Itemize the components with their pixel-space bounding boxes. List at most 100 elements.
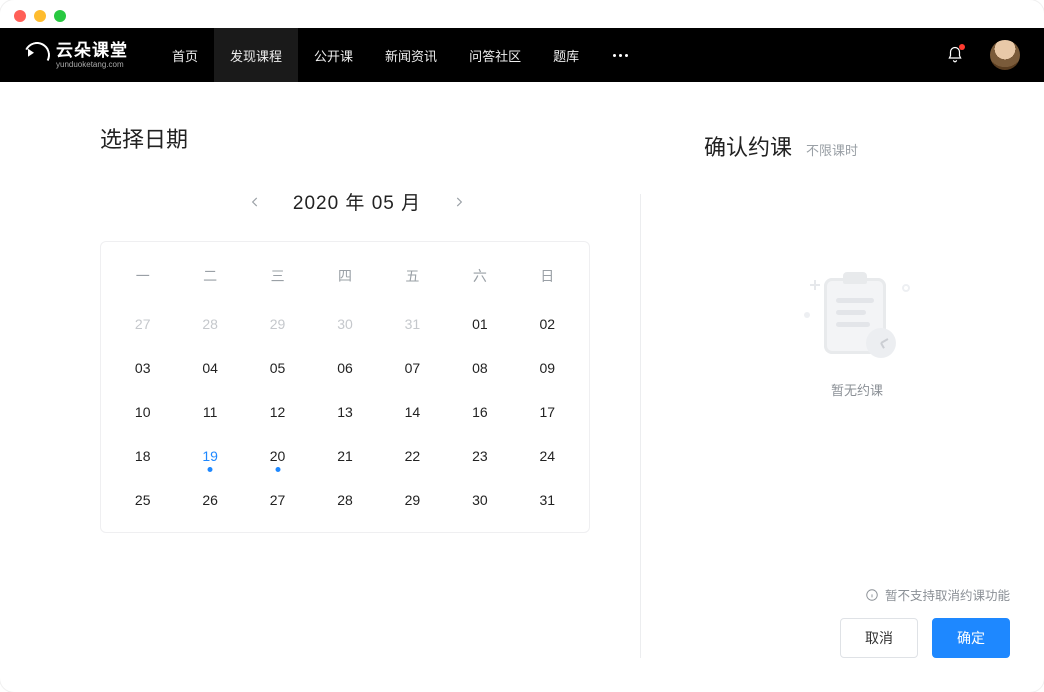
calendar-day[interactable]: 02: [514, 302, 581, 346]
nav-item-4[interactable]: 问答社区: [453, 28, 537, 82]
calendar-day[interactable]: 12: [244, 390, 311, 434]
confirm-button[interactable]: 确定: [932, 618, 1010, 658]
calendar-day[interactable]: 08: [446, 346, 513, 390]
confirm-panel: 确认约课 不限课时 暂无约课: [684, 82, 1044, 692]
calendar-weekday-row: 一二三四五六日: [109, 256, 581, 302]
event-dot-icon: [275, 467, 280, 472]
empty-state-text: 暂无约课: [831, 380, 883, 399]
calendar-day[interactable]: 14: [379, 390, 446, 434]
chevron-left-icon: [248, 195, 262, 209]
calendar-day[interactable]: 03: [109, 346, 176, 390]
weekday-label: 四: [311, 256, 378, 302]
calendar-week-row: 18192021222324: [109, 434, 581, 478]
calendar-day[interactable]: 21: [311, 434, 378, 478]
cancel-unsupported-hint: 暂不支持取消约课功能: [865, 585, 1010, 604]
calendar-day[interactable]: 11: [176, 390, 243, 434]
calendar-day[interactable]: 10: [109, 390, 176, 434]
info-icon: [865, 588, 879, 602]
calendar-day[interactable]: 16: [446, 390, 513, 434]
calendar-day[interactable]: 30: [311, 302, 378, 346]
brand-cloud-icon: [21, 39, 54, 72]
calendar-day[interactable]: 24: [514, 434, 581, 478]
brand-name-en: yunduoketang.com: [56, 61, 128, 69]
calendar-week-row: 10111213141617: [109, 390, 581, 434]
calendar-day[interactable]: 20: [244, 434, 311, 478]
nav-item-1[interactable]: 发现课程: [214, 28, 298, 82]
calendar-day[interactable]: 06: [311, 346, 378, 390]
calendar-day[interactable]: 31: [514, 478, 581, 522]
top-nav: 云朵课堂 yunduoketang.com 首页发现课程公开课新闻资讯问答社区题…: [0, 28, 1044, 82]
calendar-day[interactable]: 13: [311, 390, 378, 434]
calendar-day[interactable]: 17: [514, 390, 581, 434]
action-buttons: 取消 确定: [840, 618, 1010, 658]
calendar-day[interactable]: 27: [244, 478, 311, 522]
nav-items: 首页发现课程公开课新闻资讯问答社区题库: [156, 28, 595, 82]
next-month-button[interactable]: [449, 192, 469, 212]
deco-dot-icon: [804, 312, 810, 318]
confirm-title: 确认约课: [704, 130, 792, 162]
calendar-weeks: 2728293031010203040506070809101112131416…: [109, 302, 581, 522]
window-zoom-button[interactable]: [54, 10, 66, 22]
cancel-button[interactable]: 取消: [840, 618, 918, 658]
nav-item-3[interactable]: 新闻资讯: [369, 28, 453, 82]
calendar-day[interactable]: 04: [176, 346, 243, 390]
calendar-day[interactable]: 07: [379, 346, 446, 390]
calendar-day[interactable]: 29: [244, 302, 311, 346]
calendar-day[interactable]: 31: [379, 302, 446, 346]
empty-illustration: [802, 272, 912, 362]
weekday-label: 六: [446, 256, 513, 302]
window-close-button[interactable]: [14, 10, 26, 22]
prev-month-button[interactable]: [245, 192, 265, 212]
calendar-day[interactable]: 28: [311, 478, 378, 522]
calendar-year-month: 2020 年 05 月: [293, 188, 421, 215]
notifications-button[interactable]: [946, 45, 964, 65]
calendar-day[interactable]: 22: [379, 434, 446, 478]
confirm-header: 确认约课 不限课时: [704, 130, 1010, 162]
calendar: 一二三四五六日 27282930310102030405060708091011…: [100, 241, 590, 533]
calendar-day[interactable]: 01: [446, 302, 513, 346]
calendar-day[interactable]: 25: [109, 478, 176, 522]
calendar-week-row: 03040506070809: [109, 346, 581, 390]
nav-more-button[interactable]: [595, 28, 645, 82]
calendar-week-row: 25262728293031: [109, 478, 581, 522]
weekday-label: 三: [244, 256, 311, 302]
nav-item-5[interactable]: 题库: [537, 28, 595, 82]
calendar-day[interactable]: 09: [514, 346, 581, 390]
vertical-divider: [640, 194, 641, 658]
deco-circle-icon: [902, 284, 910, 292]
calendar-day[interactable]: 28: [176, 302, 243, 346]
confirm-subtitle: 不限课时: [806, 140, 858, 159]
calendar-day[interactable]: 18: [109, 434, 176, 478]
confirm-footer: 暂不支持取消约课功能 取消 确定: [704, 585, 1010, 672]
calendar-day[interactable]: 23: [446, 434, 513, 478]
calendar-header: 2020 年 05 月: [100, 188, 614, 215]
clock-icon: [866, 328, 896, 358]
brand[interactable]: 云朵课堂 yunduoketang.com: [24, 42, 128, 69]
calendar-week-row: 27282930310102: [109, 302, 581, 346]
weekday-label: 五: [379, 256, 446, 302]
user-avatar[interactable]: [990, 40, 1020, 70]
window-minimize-button[interactable]: [34, 10, 46, 22]
nav-item-0[interactable]: 首页: [156, 28, 214, 82]
calendar-day[interactable]: 29: [379, 478, 446, 522]
calendar-day[interactable]: 30: [446, 478, 513, 522]
brand-name-cn: 云朵课堂: [56, 42, 128, 59]
event-dot-icon: [208, 467, 213, 472]
app-window: 云朵课堂 yunduoketang.com 首页发现课程公开课新闻资讯问答社区题…: [0, 0, 1044, 692]
nav-item-2[interactable]: 公开课: [298, 28, 369, 82]
weekday-label: 二: [176, 256, 243, 302]
chevron-right-icon: [452, 195, 466, 209]
notification-dot-icon: [959, 44, 965, 50]
calendar-day[interactable]: 05: [244, 346, 311, 390]
date-picker-panel: 选择日期 2020 年 05 月 一二三四五六日 272829303101020…: [0, 82, 684, 692]
hint-text: 暂不支持取消约课功能: [885, 585, 1010, 604]
content-body: 选择日期 2020 年 05 月 一二三四五六日 272829303101020…: [0, 82, 1044, 692]
calendar-day[interactable]: 27: [109, 302, 176, 346]
weekday-label: 一: [109, 256, 176, 302]
calendar-day[interactable]: 19: [176, 434, 243, 478]
date-picker-title: 选择日期: [100, 122, 614, 154]
more-icon: [611, 54, 629, 57]
weekday-label: 日: [514, 256, 581, 302]
empty-state: 暂无约课: [704, 272, 1010, 585]
calendar-day[interactable]: 26: [176, 478, 243, 522]
